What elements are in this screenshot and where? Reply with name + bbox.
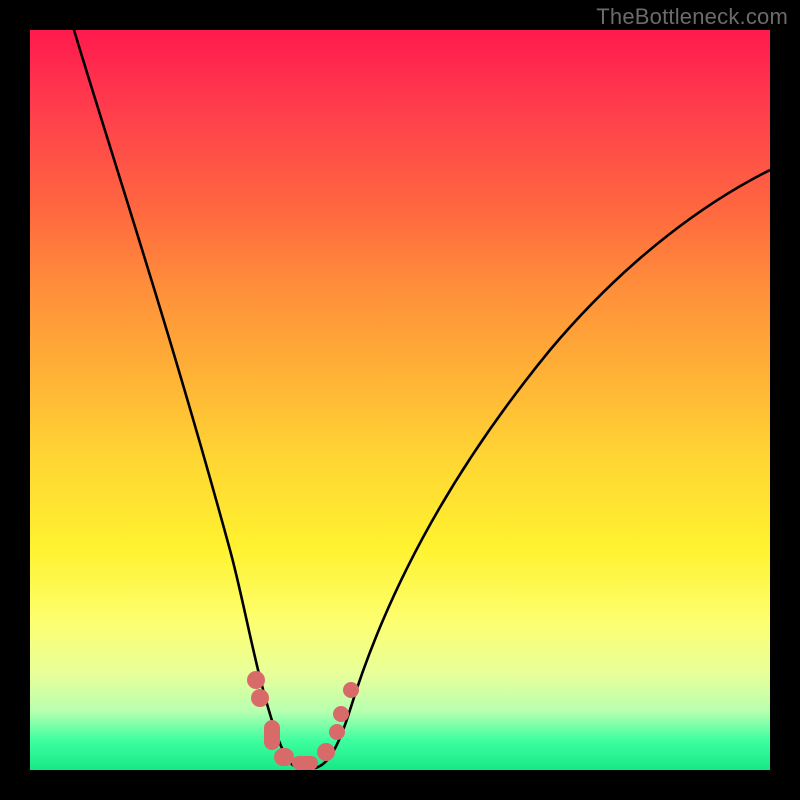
bottleneck-curve: [30, 30, 770, 770]
chart-frame: TheBottleneck.com: [0, 0, 800, 800]
curve-path: [74, 30, 770, 768]
plot-area: [30, 30, 770, 770]
watermark-text: TheBottleneck.com: [596, 4, 788, 30]
curve-markers: [247, 671, 359, 770]
